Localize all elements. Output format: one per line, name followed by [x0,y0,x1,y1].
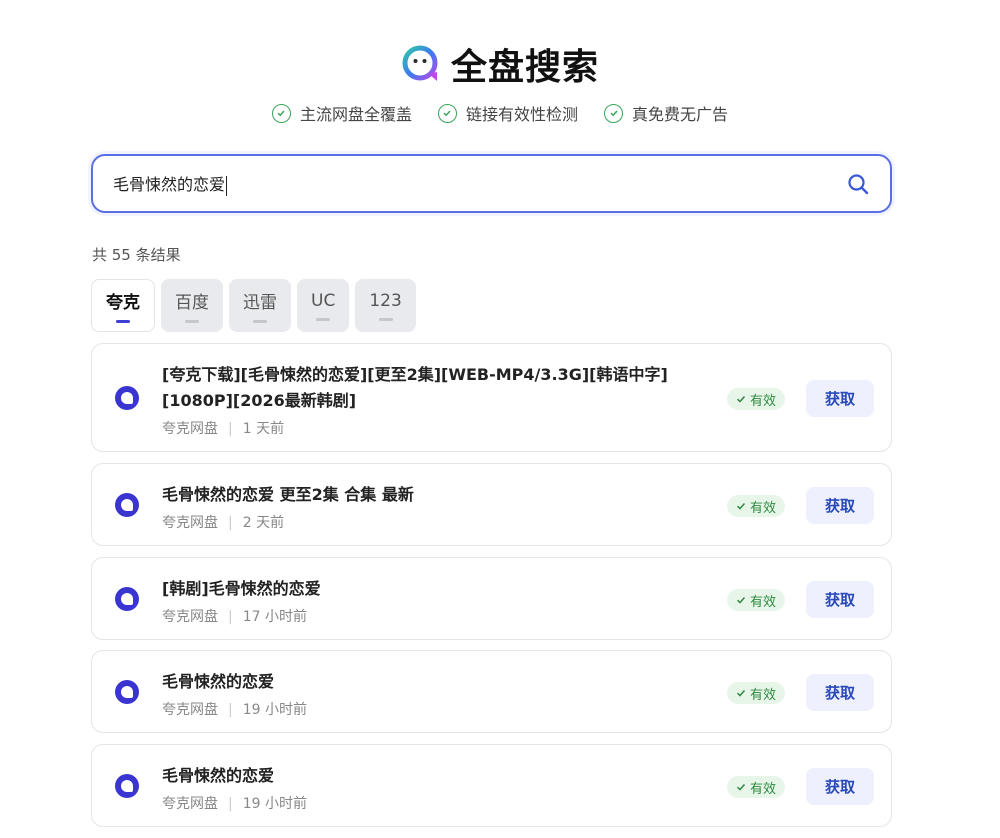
tab-quark[interactable]: 夸克 [91,279,155,332]
result-title[interactable]: 毛骨悚然的恋爱 [162,669,712,695]
tab-123[interactable]: 123 [355,279,416,332]
result-time: 1 天前 [242,421,285,437]
result-source: 夸克网盘 [162,796,218,812]
check-icon [736,596,746,604]
tab-indicator [185,320,199,323]
quark-icon [115,680,139,704]
feature-label: 主流网盘全覆盖 [299,105,412,124]
get-button[interactable]: 获取 [806,581,874,618]
feature-item: 链接有效性检测 [437,101,578,125]
valid-label: 有效 [749,500,776,516]
check-icon [736,502,746,510]
get-button[interactable]: 获取 [806,768,874,805]
result-time: 2 天前 [242,515,285,531]
result-source: 夸克网盘 [162,421,218,437]
logo-icon [402,45,438,81]
result-time: 19 小时前 [242,702,307,718]
tab-label: 百度 [175,293,209,313]
tab-label: 123 [369,290,402,311]
result-card[interactable]: [韩剧]毛骨悚然的恋爱 夸克网盘 | 17 小时前 有效 获取 [91,557,892,640]
tab-indicator [253,320,267,323]
result-meta: 夸克网盘 | 2 天前 [162,515,285,531]
result-count: 共 55 条结果 [92,246,181,264]
tab-label: UC [311,290,336,311]
search-input-value[interactable]: 毛骨悚然的恋爱 [113,171,846,196]
result-time: 17 小时前 [242,609,307,625]
app-header: 全盘搜索 [0,38,1000,90]
result-time: 19 小时前 [242,796,307,812]
result-source: 夸克网盘 [162,515,218,531]
check-icon [437,103,457,123]
tab-indicator [316,317,331,321]
valid-badge: 有效 [727,589,785,611]
result-source: 夸克网盘 [162,702,218,718]
result-source: 夸克网盘 [162,609,218,625]
result-meta: 夸克网盘 | 1 天前 [162,421,285,437]
quark-icon [115,386,139,410]
tab-xunlei[interactable]: 迅雷 [229,279,291,332]
valid-badge: 有效 [727,776,785,798]
quark-icon [115,493,139,517]
search-input[interactable]: 毛骨悚然的恋爱 [91,154,892,213]
result-card[interactable]: 毛骨悚然的恋爱 更至2集 合集 最新 夸克网盘 | 2 天前 有效 获取 [91,463,892,546]
tab-label: 夸克 [106,293,140,313]
tab-baidu[interactable]: 百度 [161,279,223,332]
result-meta: 夸克网盘 | 17 小时前 [162,609,307,625]
check-icon [736,689,746,697]
get-button[interactable]: 获取 [806,380,874,417]
tab-indicator [378,317,393,321]
feature-label: 链接有效性检测 [465,105,578,124]
disk-tabs: 夸克 百度 迅雷 UC 123 [91,279,416,332]
text-caret [226,175,228,196]
quark-icon [115,587,139,611]
check-icon [604,103,623,123]
result-title[interactable]: [韩剧]毛骨悚然的恋爱 [162,576,712,602]
result-meta: 夸克网盘 | 19 小时前 [162,796,307,812]
result-meta: 夸克网盘 | 19 小时前 [162,702,307,718]
valid-badge: 有效 [727,388,785,410]
valid-badge: 有效 [727,682,785,704]
feature-label: 真免费无广告 [632,105,729,124]
valid-label: 有效 [749,781,776,797]
check-icon [736,395,746,403]
get-button[interactable]: 获取 [806,674,874,711]
feature-list: 主流网盘全覆盖 链接有效性检测 真免费无广告 [0,101,1000,125]
app-title: 全盘搜索 [450,47,599,88]
tab-uc[interactable]: UC [297,279,350,332]
quark-icon [115,774,139,798]
result-title[interactable]: 毛骨悚然的恋爱 [162,763,712,789]
get-button[interactable]: 获取 [806,487,874,524]
result-card[interactable]: [夸克下载][毛骨悚然的恋爱][更至2集][WEB-MP4/3.3G][韩语中字… [91,343,892,452]
feature-item: 真免费无广告 [604,101,728,125]
tab-label: 迅雷 [243,293,277,313]
valid-badge: 有效 [727,495,785,517]
result-card[interactable]: 毛骨悚然的恋爱 夸克网盘 | 19 小时前 有效 获取 [91,650,892,733]
result-title[interactable]: [夸克下载][毛骨悚然的恋爱][更至2集][WEB-MP4/3.3G][韩语中字… [162,362,712,414]
feature-item: 主流网盘全覆盖 [271,101,412,125]
check-icon [271,103,291,123]
valid-label: 有效 [749,687,776,703]
valid-label: 有效 [749,594,776,610]
tab-indicator [116,320,130,323]
valid-label: 有效 [749,393,776,409]
search-query-text: 毛骨悚然的恋爱 [113,175,226,195]
check-icon [736,783,746,791]
search-button[interactable] [846,172,870,196]
search-icon [848,173,869,194]
result-card[interactable]: 毛骨悚然的恋爱 夸克网盘 | 19 小时前 有效 获取 [91,744,892,827]
result-title[interactable]: 毛骨悚然的恋爱 更至2集 合集 最新 [162,482,712,508]
